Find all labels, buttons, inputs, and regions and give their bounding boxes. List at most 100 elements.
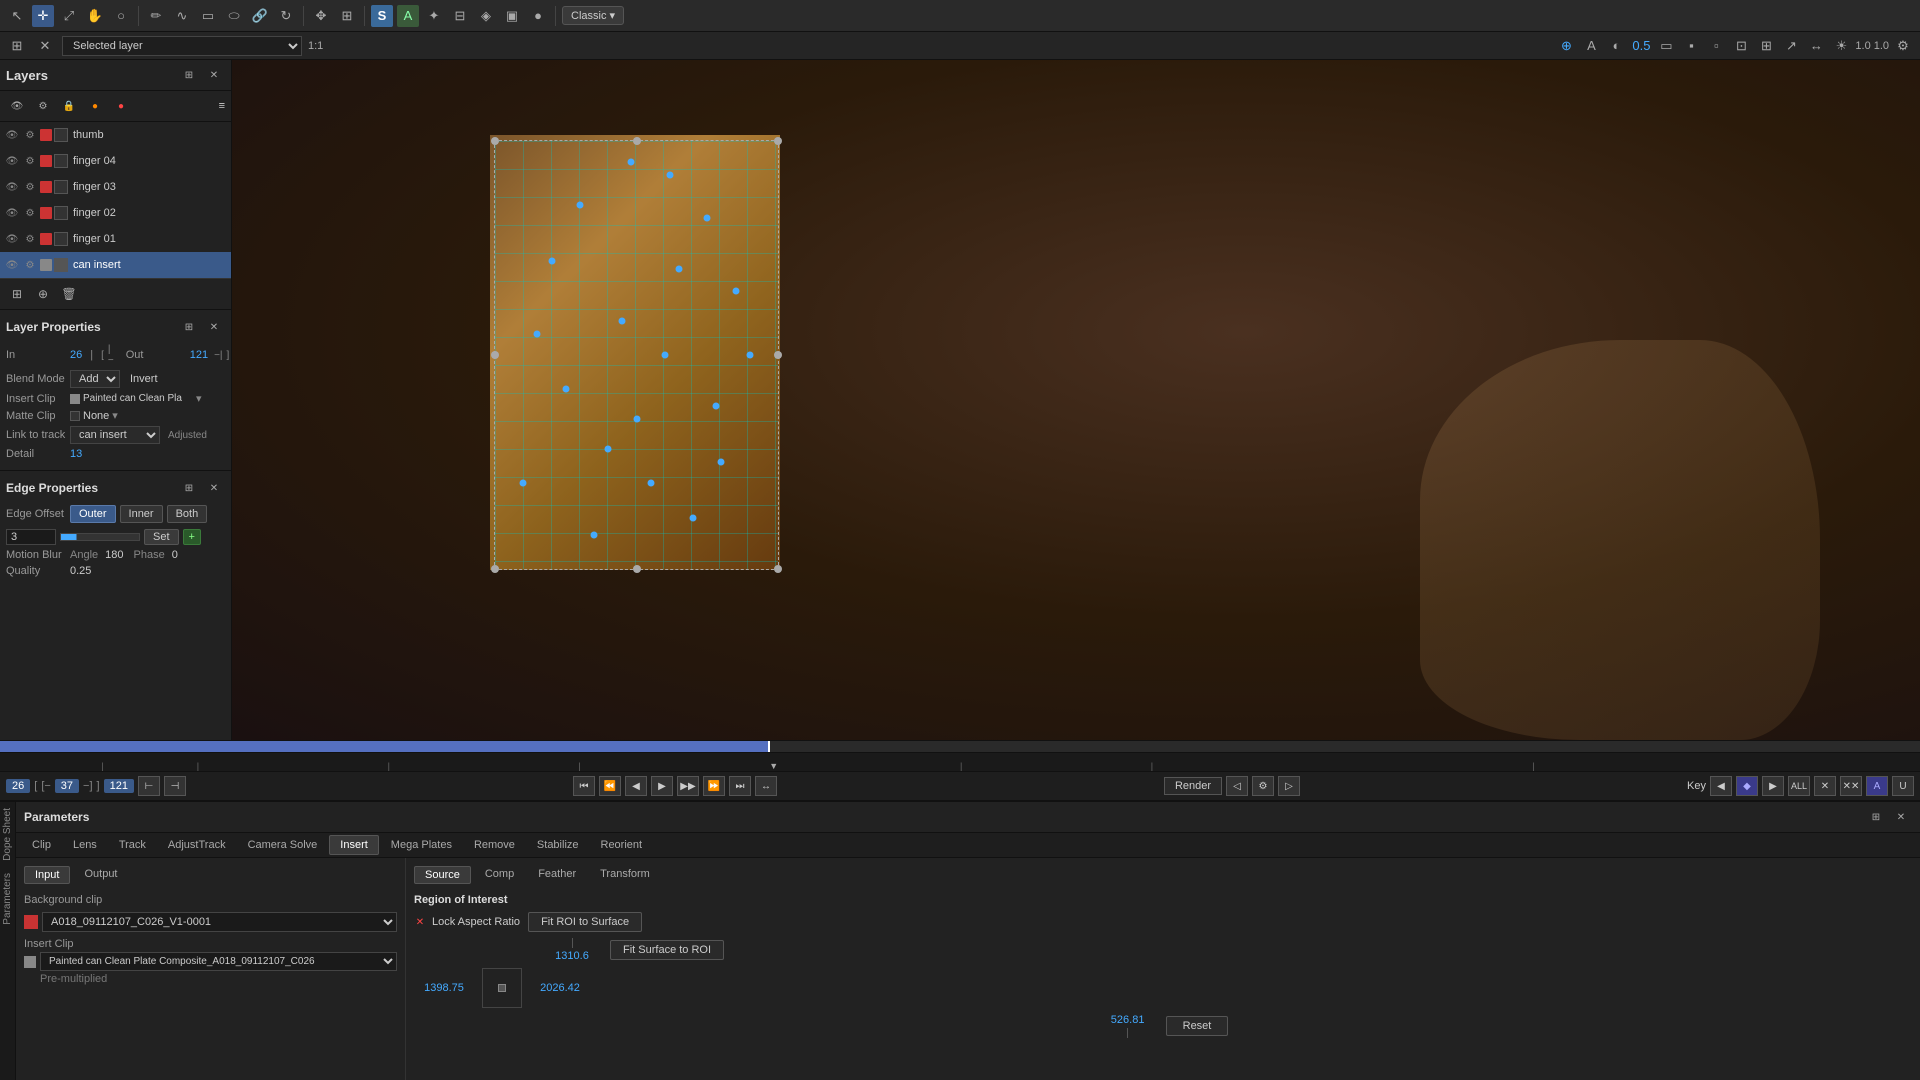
s-icon[interactable]: S xyxy=(371,5,393,27)
tab-stabilize[interactable]: Stabilize xyxy=(527,836,589,854)
render-btn[interactable]: Render xyxy=(1164,777,1222,795)
layer-row-finger04[interactable]: 👁 ⚙ finger 04 xyxy=(0,148,231,174)
vis-box-thumb[interactable] xyxy=(54,128,68,142)
vis-box-f02[interactable] xyxy=(54,206,68,220)
key-all-btn[interactable]: ALL xyxy=(1788,776,1810,796)
fit-surface-to-roi-btn[interactable]: Fit Surface to ROI xyxy=(610,940,724,960)
move-tool-icon[interactable]: ✥ xyxy=(310,5,332,27)
rgb-icon[interactable]: ⊕ xyxy=(1555,35,1577,57)
tab-reorient[interactable]: Reorient xyxy=(591,836,653,854)
a-icon[interactable]: A xyxy=(397,5,419,27)
clip-out-icon[interactable]: ⊣ xyxy=(164,776,186,796)
a-channel-icon[interactable]: A xyxy=(1580,35,1602,57)
display1-icon[interactable]: ▭ xyxy=(1655,35,1677,57)
tab-lens[interactable]: Lens xyxy=(63,836,107,854)
tab-insert[interactable]: Insert xyxy=(329,835,379,855)
transform-tool-icon[interactable]: ⤢ xyxy=(58,5,80,27)
circle2-icon[interactable]: ● xyxy=(527,5,549,27)
render-back-btn[interactable]: ◁ xyxy=(1226,776,1248,796)
box-icon[interactable]: ▣ xyxy=(501,5,523,27)
params-expand-icon[interactable]: ⊞ xyxy=(1865,806,1887,828)
key-remove2-btn[interactable]: ✕✕ xyxy=(1840,776,1862,796)
layer-lock-icon[interactable]: 🔒 xyxy=(58,95,80,117)
arrow-icon[interactable]: ↗ xyxy=(1780,35,1802,57)
panel-toggle-icon[interactable]: ⊞ xyxy=(6,35,28,57)
overlay-icon[interactable]: ◐ xyxy=(1605,35,1627,57)
layers-expand-icon[interactable]: ⊞ xyxy=(178,64,200,86)
vis-box-f01[interactable] xyxy=(54,232,68,246)
pen-tool-icon[interactable]: ✏ xyxy=(145,5,167,27)
layer-gear-icon[interactable]: ⚙ xyxy=(32,95,54,117)
tab-remove[interactable]: Remove xyxy=(464,836,525,854)
transform2-icon[interactable]: ↔ xyxy=(1805,35,1827,57)
key-prev-btn[interactable]: ◀ xyxy=(1710,776,1732,796)
fit-roi-to-surface-btn[interactable]: Fit ROI to Surface xyxy=(528,912,642,932)
grid2-icon[interactable]: ⊟ xyxy=(449,5,471,27)
layers-close-icon[interactable]: ✕ xyxy=(203,64,225,86)
oval-tool-icon[interactable]: ⬭ xyxy=(223,5,245,27)
vis-box-f04[interactable] xyxy=(54,154,68,168)
remove-layer-icon[interactable]: 🗑 xyxy=(58,283,80,305)
render-settings-btn[interactable]: ⚙ xyxy=(1252,776,1274,796)
layer-color2-icon[interactable]: ● xyxy=(110,95,132,117)
stab-output[interactable]: Output xyxy=(74,866,127,884)
loop-btn[interactable]: ↔ xyxy=(755,776,777,796)
layer-eye-icon[interactable]: 👁 xyxy=(6,95,28,117)
brightness-icon[interactable]: ☀ xyxy=(1830,35,1852,57)
link-tool-icon[interactable]: 🔗 xyxy=(249,5,271,27)
edge-props-expand[interactable]: ⊞ xyxy=(178,477,200,499)
edge-props-close[interactable]: ✕ xyxy=(203,477,225,499)
key-remove-btn[interactable]: ✕ xyxy=(1814,776,1836,796)
skip-to-start-btn[interactable]: ⏮ xyxy=(573,776,595,796)
play-btn[interactable]: ▶▶ xyxy=(677,776,699,796)
tab-adjusttrack[interactable]: AdjustTrack xyxy=(158,836,236,854)
source-tab-transform[interactable]: Transform xyxy=(590,866,660,884)
matte-clip-dropdown[interactable]: ▾ xyxy=(112,409,118,422)
vis-box-f03[interactable] xyxy=(54,180,68,194)
layer-row-finger02[interactable]: 👁 ⚙ finger 02 xyxy=(0,200,231,226)
rotate-tool-icon[interactable]: ↻ xyxy=(275,5,297,27)
render-fwd-btn[interactable]: ▷ xyxy=(1278,776,1300,796)
key-u-btn[interactable]: U xyxy=(1892,776,1914,796)
diamond-icon[interactable]: ◈ xyxy=(475,5,497,27)
add-layer-icon[interactable]: ⊞ xyxy=(6,283,28,305)
key-next-btn[interactable]: ▶ xyxy=(1762,776,1784,796)
star-icon[interactable]: ✦ xyxy=(423,5,445,27)
source-tab-feather[interactable]: Feather xyxy=(528,866,586,884)
vis-box-can[interactable] xyxy=(54,258,68,272)
insert-clip-dropdown[interactable]: ▾ xyxy=(196,392,202,405)
corner-ml[interactable] xyxy=(491,351,499,359)
plus-btn[interactable]: + xyxy=(183,529,201,545)
stab-input[interactable]: Input xyxy=(24,866,70,884)
link-track-select[interactable]: can insert xyxy=(70,426,160,444)
roi-center-widget[interactable] xyxy=(482,968,522,1008)
layer-props-close[interactable]: ✕ xyxy=(203,316,225,338)
layer-props-expand[interactable]: ⊞ xyxy=(178,316,200,338)
timeline-scrubber[interactable] xyxy=(0,741,1920,753)
both-btn[interactable]: Both xyxy=(167,505,208,523)
key-set-btn[interactable]: ◆ xyxy=(1736,776,1758,796)
tab-camera-solve[interactable]: Camera Solve xyxy=(238,836,328,854)
key-a-btn[interactable]: A xyxy=(1866,776,1888,796)
blend-mode-select[interactable]: Add xyxy=(70,370,120,388)
settings-icon[interactable]: ⚙ xyxy=(1892,35,1914,57)
selected-layer-select[interactable]: Selected layer xyxy=(62,36,302,56)
source-tab-source[interactable]: Source xyxy=(414,866,471,884)
display2-icon[interactable]: ▪ xyxy=(1680,35,1702,57)
layer-row-can-insert[interactable]: 👁 ⚙ can insert xyxy=(0,252,231,278)
grid-tool-icon[interactable]: ⊞ xyxy=(336,5,358,27)
tab-mega-plates[interactable]: Mega Plates xyxy=(381,836,462,854)
edge-offset-slider[interactable] xyxy=(60,533,140,541)
set-btn[interactable]: Set xyxy=(144,529,179,545)
display3-icon[interactable]: ▫ xyxy=(1705,35,1727,57)
layer-row-finger03[interactable]: 👁 ⚙ finger 03 xyxy=(0,174,231,200)
tab-clip[interactable]: Clip xyxy=(22,836,61,854)
inner-btn[interactable]: Inner xyxy=(120,505,163,523)
lock-x-icon[interactable]: ✕ xyxy=(414,916,426,928)
classic-dropdown[interactable]: Classic ▾ xyxy=(562,6,624,25)
corner-bl[interactable] xyxy=(491,565,499,573)
vtab-dope-sheet[interactable]: Dope Sheet xyxy=(0,802,15,867)
panel-close-icon[interactable]: ✕ xyxy=(34,35,56,57)
reset-btn[interactable]: Reset xyxy=(1166,1016,1229,1036)
skip-to-end-btn[interactable]: ⏭ xyxy=(729,776,751,796)
